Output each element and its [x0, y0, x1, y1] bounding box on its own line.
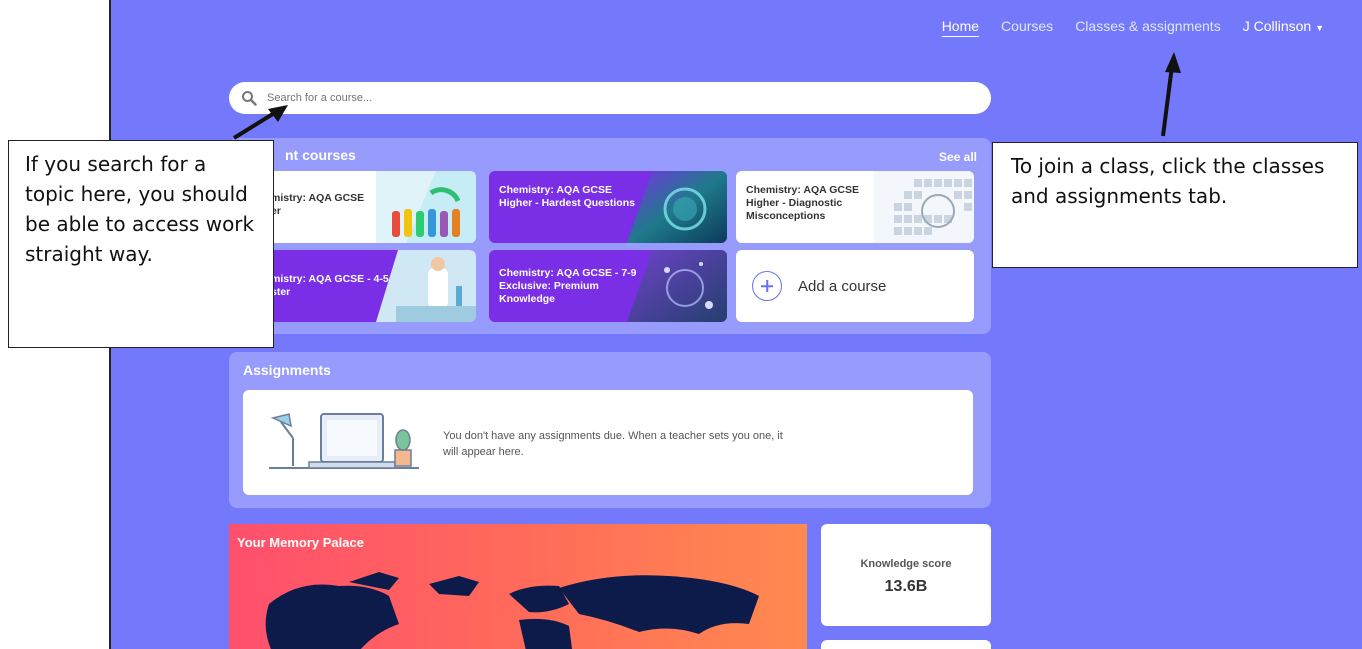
knowledge-score-card: Knowledge score 13.6B	[821, 524, 991, 626]
nav-home[interactable]: Home	[942, 18, 979, 34]
stat-card	[821, 640, 991, 649]
laptop-illustration-icon	[269, 413, 419, 469]
periodic-table-image	[874, 171, 974, 243]
course-card-title: Chemistry: AQA GCSE Higher - Hardest Que…	[499, 184, 635, 209]
add-course-label: Add a course	[798, 277, 887, 295]
user-menu[interactable]: J Collinson ▼	[1243, 18, 1324, 34]
nav-classes-assignments[interactable]: Classes & assignments	[1075, 18, 1221, 34]
course-card-3[interactable]: Chemistry: AQA GCSE Higher - Diagnostic …	[736, 171, 974, 243]
caret-down-icon: ▼	[1315, 23, 1324, 33]
callout-classes-tip: To join a class, click the classes and a…	[992, 142, 1358, 268]
atom-image	[627, 250, 727, 322]
callout-search-tip: If you search for a topic here, you shou…	[8, 140, 274, 348]
nav-courses[interactable]: Courses	[1001, 18, 1053, 34]
arrow-to-search-icon	[232, 105, 288, 140]
assignments-title: Assignments	[243, 362, 331, 378]
arrow-to-classes-icon	[1161, 52, 1181, 137]
test-tubes-image	[376, 171, 476, 243]
molecule-image	[627, 171, 727, 243]
assignments-empty-text: You don't have any assignments due. When…	[443, 430, 783, 458]
lab-scientist-image	[376, 250, 476, 322]
course-card-2[interactable]: Chemistry: AQA GCSE Higher - Hardest Que…	[489, 171, 727, 243]
assignments-empty-box: You don't have any assignments due. When…	[243, 390, 973, 495]
knowledge-score-value: 13.6B	[884, 578, 928, 595]
course-card-5[interactable]: Chemistry: AQA GCSE - 7-9 Exclusive: Pre…	[489, 250, 727, 322]
course-card-title: Chemistry: AQA GCSE - 7-9 Exclusive: Pre…	[499, 267, 637, 305]
top-nav: Home Courses Classes & assignments J Col…	[942, 18, 1324, 34]
add-course-card[interactable]: Add a course	[736, 250, 974, 322]
course-card-title: Chemistry: AQA GCSE Higher - Diagnostic …	[746, 184, 859, 222]
recent-courses-panel: nt courses See all mistry: AQA GCSE er C…	[229, 138, 991, 334]
see-all-link[interactable]: See all	[939, 150, 977, 164]
assignments-panel: Assignments You don't have any assignmen…	[229, 352, 991, 508]
world-map-image	[265, 572, 759, 649]
memory-palace-card[interactable]: Your Memory Palace	[229, 524, 807, 649]
knowledge-score-label: Knowledge score	[860, 558, 952, 570]
plus-icon	[752, 271, 782, 301]
user-name: J Collinson	[1242, 18, 1312, 34]
search-bar[interactable]	[229, 82, 991, 114]
recent-courses-title: nt courses	[285, 147, 356, 163]
search-input[interactable]	[265, 91, 869, 105]
